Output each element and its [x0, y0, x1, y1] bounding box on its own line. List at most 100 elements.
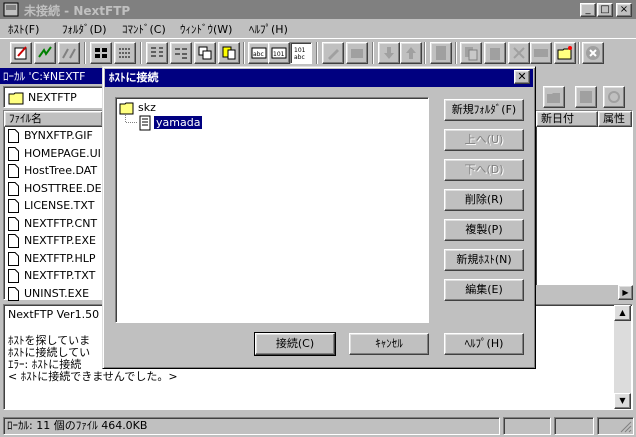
minimize-button[interactable]: _	[580, 3, 596, 17]
scroll-up-button[interactable]: ▲	[614, 305, 631, 321]
toolbar-separator	[140, 42, 142, 64]
host-reload-button[interactable]	[603, 86, 625, 108]
tree-root-label[interactable]: skz	[138, 101, 156, 114]
toolbar-separator	[372, 42, 374, 64]
reconnect-tool-button[interactable]	[34, 42, 56, 64]
auto-mode-icon: 101abc	[294, 47, 306, 61]
status-cell	[597, 417, 634, 435]
menu-bar: ﾎｽﾄ(F) ﾌｫﾙﾀﾞ(D) ｺﾏﾝﾄﾞ(C) ｳｨﾝﾄﾞｳ(W) ﾍﾙﾌﾟ(…	[0, 19, 636, 37]
column-header-attribute[interactable]: 属性	[598, 111, 632, 127]
menu-command[interactable]: ｺﾏﾝﾄﾞ(C)	[122, 21, 166, 37]
file-row[interactable]: NEXTFTP.TXT	[8, 269, 95, 286]
menu-host[interactable]: ﾎｽﾄ(F)	[8, 21, 39, 37]
file-row[interactable]: HOSTTREE.DE	[8, 181, 102, 199]
arrow-up-icon	[406, 47, 416, 59]
delete-button[interactable]: 削除(R)	[444, 189, 524, 211]
sort-type-button[interactable]	[170, 42, 192, 64]
lightning-icon	[38, 46, 52, 58]
status-text: ﾛｰｶﾙ: 11 個のﾌｧｲﾙ 464.0KB	[3, 417, 500, 435]
file-row[interactable]: NEXTFTP.HLP	[8, 251, 96, 269]
download-button[interactable]	[378, 42, 400, 64]
details-view-button[interactable]	[114, 42, 136, 64]
connect-tool-button[interactable]	[10, 42, 32, 64]
move-down-button[interactable]: 下へ(D)	[444, 159, 524, 181]
file-row[interactable]: UNINST.EXE	[8, 286, 90, 304]
file-row[interactable]: HOMEPAGE.UI	[8, 146, 101, 164]
new-folder-dialog-button[interactable]: 新規ﾌｫﾙﾀﾞ(F)	[444, 99, 524, 121]
menu-folder[interactable]: ﾌｫﾙﾀﾞ(D)	[62, 21, 107, 37]
button-label: 下へ(D)	[464, 163, 504, 176]
binary-mode-button[interactable]: 101	[268, 42, 290, 64]
menu-window[interactable]: ｳｨﾝﾄﾞｳ(W)	[180, 21, 232, 37]
paste-button[interactable]	[484, 42, 506, 64]
log-vertical-scrollbar[interactable]: ▲ ▼	[614, 305, 631, 409]
copy-button[interactable]	[460, 42, 482, 64]
column-header-filename[interactable]: ﾌｧｲﾙ名	[4, 111, 103, 127]
cascade-icon	[222, 46, 236, 60]
host-toolbar	[535, 86, 635, 108]
file-name: UNINST.EXE	[24, 286, 90, 300]
window-icon	[198, 46, 212, 60]
duplicate-button[interactable]: 複製(P)	[444, 219, 524, 241]
menu-help[interactable]: ﾍﾙﾌﾟ(H)	[249, 21, 288, 37]
button-label: ﾍﾙﾌﾟ(H)	[464, 337, 504, 350]
maximize-button[interactable]: □	[597, 3, 613, 17]
host-refresh-list-button[interactable]	[575, 86, 597, 108]
connect-button[interactable]: 接続(C)	[254, 332, 336, 356]
file-name: BYNXFTP.GIF	[24, 129, 93, 142]
rename-file-button[interactable]	[530, 42, 552, 64]
properties-button[interactable]	[430, 42, 452, 64]
host-horizontal-scrollbar[interactable]: ▶	[535, 285, 633, 300]
rename-tool-button[interactable]	[346, 42, 368, 64]
local-file-list[interactable]: ﾌｧｲﾙ名 BYNXFTP.GIF HOMEPAGE.UI HostTree.DAT…	[3, 110, 104, 301]
host-folder-button[interactable]	[543, 86, 565, 108]
file-row[interactable]: BYNXFTP.GIF	[8, 129, 93, 146]
file-name: HOMEPAGE.UI	[24, 146, 101, 160]
open-folder-icon	[547, 93, 560, 103]
large-icons-button[interactable]	[90, 42, 112, 64]
arrow-up-small-icon: ▲	[619, 308, 626, 317]
auto-mode-button[interactable]: 101 abc	[290, 42, 312, 64]
local-path-text: NEXTFTP	[28, 91, 77, 104]
column-header-date[interactable]: 新日付	[536, 111, 598, 127]
help-button[interactable]: ﾍﾙﾌﾟ(H)	[444, 333, 524, 355]
close-button[interactable]: ×	[616, 3, 632, 17]
edit-tool-button[interactable]	[322, 42, 344, 64]
file-row[interactable]: HostTree.DAT	[8, 164, 97, 181]
new-folder-button[interactable]	[554, 42, 576, 64]
new-host-button[interactable]: 新規ﾎｽﾄ(N)	[444, 249, 524, 271]
ascii-mode-button[interactable]: abc	[248, 42, 270, 64]
delete-tool-button[interactable]	[508, 42, 530, 64]
host-file-list[interactable]: 新日付 属性	[535, 110, 633, 300]
dialog-title: ﾎｽﾄに接続	[109, 71, 159, 84]
arrow-down-small-icon: ▼	[619, 396, 626, 405]
move-up-button[interactable]: 上へ(U)	[444, 129, 524, 151]
resize-grip-icon[interactable]	[620, 421, 632, 433]
button-label: 接続(C)	[275, 337, 315, 350]
binary-icon: 101	[271, 47, 287, 59]
file-name: HostTree.DAT	[24, 164, 98, 177]
window-cascade-button[interactable]	[218, 42, 240, 64]
sort-name-button[interactable]	[146, 42, 168, 64]
host-tree[interactable]: skz yamada	[115, 97, 429, 323]
stop-button[interactable]	[582, 42, 604, 64]
scroll-down-button[interactable]: ▼	[614, 393, 631, 409]
svg-text:abc: abc	[294, 54, 305, 61]
file-name: NEXTFTP.TXT	[24, 269, 96, 282]
scroll-right-button[interactable]: ▶	[618, 285, 633, 300]
upload-button[interactable]	[400, 42, 422, 64]
tree-host-item[interactable]: yamada	[152, 115, 204, 130]
file-row[interactable]: LICENSE.TXT	[8, 199, 94, 216]
disconnect-tool-button[interactable]	[58, 42, 80, 64]
delete-icon	[513, 47, 525, 59]
file-row[interactable]: NEXTFTP.CNT	[8, 216, 97, 234]
document-icon	[8, 164, 19, 178]
list-icon	[95, 48, 107, 58]
file-row[interactable]: NEXTFTP.EXE	[8, 234, 96, 251]
dialog-close-button[interactable]: ✕	[514, 70, 530, 84]
edit-button[interactable]: 編集(E)	[444, 279, 524, 301]
cancel-button[interactable]: ｷｬﾝｾﾙ	[349, 333, 429, 355]
local-path-combo[interactable]: NEXTFTP	[3, 86, 104, 108]
window-tile-button[interactable]	[194, 42, 216, 64]
title-bar: 未接続 - NextFTP _ □ ×	[0, 0, 636, 19]
